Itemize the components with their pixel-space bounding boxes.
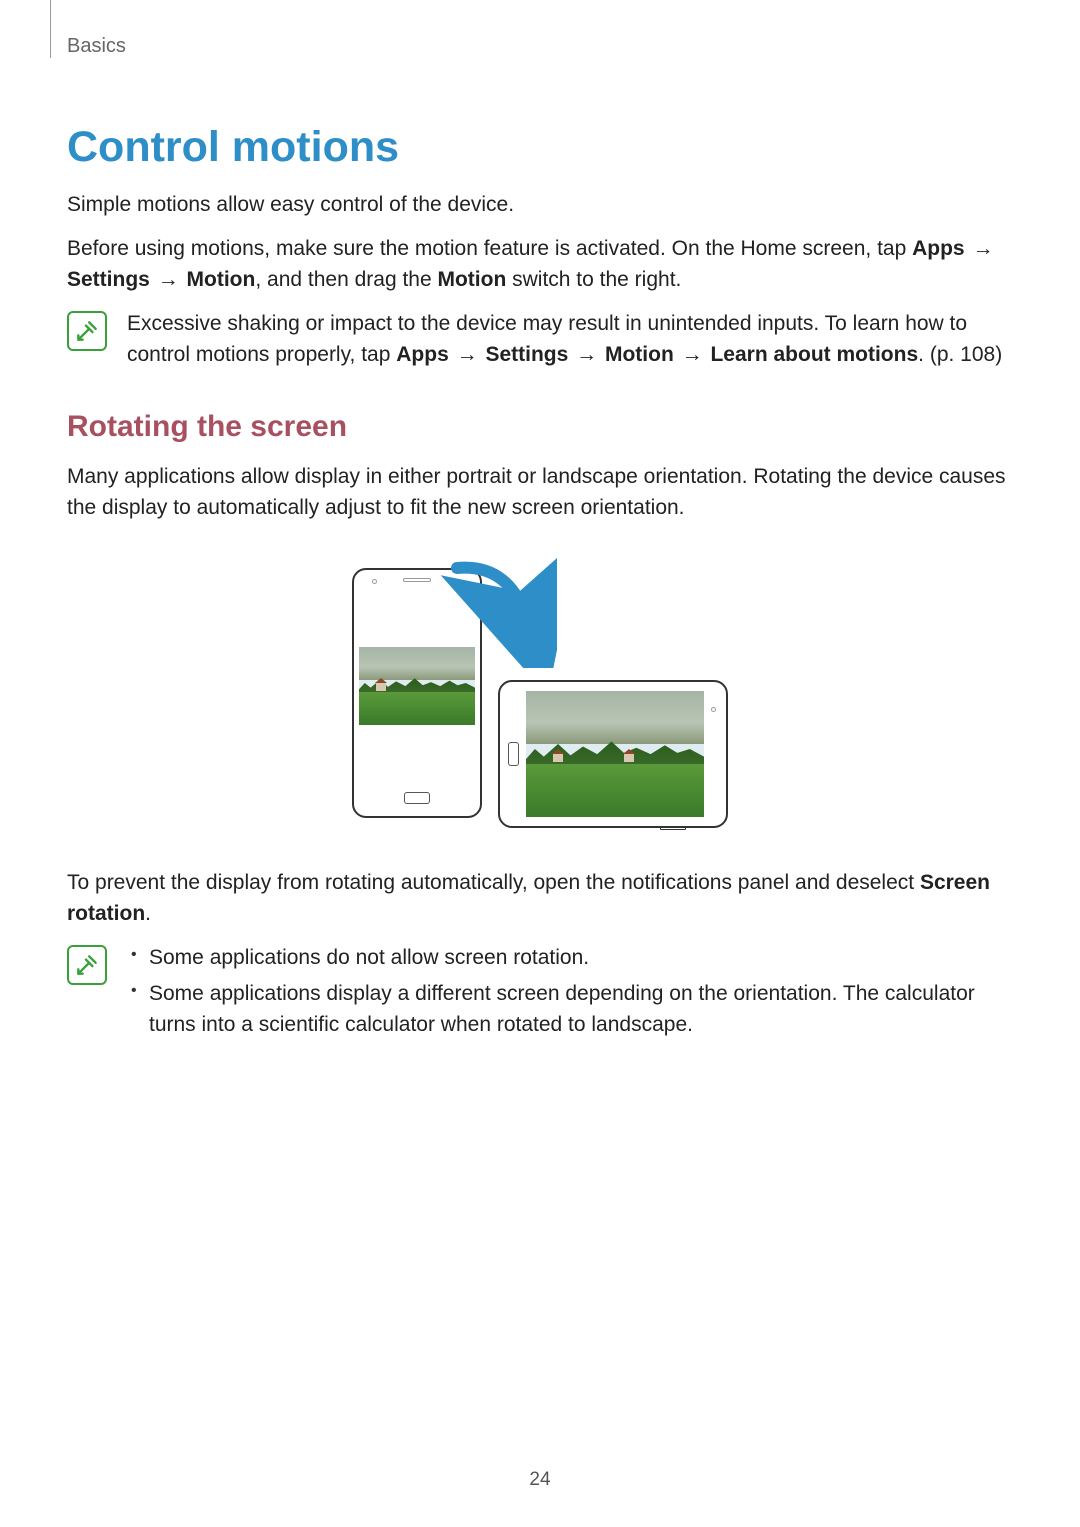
- text: switch to the right.: [506, 268, 681, 291]
- page-content: Control motions Simple motions allow eas…: [0, 123, 1080, 1046]
- rotate-arrow-icon: [437, 548, 557, 668]
- note-bullet-1: Some applications do not allow screen ro…: [127, 943, 1013, 973]
- rotate-paragraph-2: To prevent the display from rotating aut…: [67, 868, 1013, 929]
- text: Before using motions, make sure the moti…: [67, 237, 912, 260]
- path-apps: Apps: [912, 237, 965, 260]
- path-settings: Settings: [67, 268, 150, 291]
- note-block-2: Some applications do not allow screen ro…: [67, 943, 1013, 1046]
- arrow-icon: →: [680, 340, 705, 370]
- arrow-icon: →: [970, 234, 995, 264]
- path-motion: Motion: [605, 343, 674, 366]
- landscape-photo: [526, 691, 704, 817]
- home-button: [404, 792, 430, 804]
- rotation-figure: [67, 548, 1013, 838]
- rotate-paragraph-1: Many applications allow display in eithe…: [67, 462, 1013, 523]
- path-motion: Motion: [187, 268, 256, 291]
- side-rule: [50, 0, 51, 58]
- intro-paragraph-2: Before using motions, make sure the moti…: [67, 234, 1013, 295]
- page-title: Control motions: [67, 123, 1013, 172]
- note-block-1: Excessive shaking or impact to the devic…: [67, 309, 1013, 370]
- note-bullet-2: Some applications display a different sc…: [127, 979, 1013, 1040]
- arrow-icon: →: [574, 340, 599, 370]
- text: .: [145, 902, 151, 925]
- page-number: 24: [0, 1469, 1080, 1491]
- note-content: Some applications do not allow screen ro…: [127, 943, 1013, 1046]
- note-content: Excessive shaking or impact to the devic…: [127, 309, 1013, 370]
- landscape-screen: [526, 691, 704, 817]
- path-learn: Learn about motions: [710, 343, 918, 366]
- camera-dot: [711, 707, 716, 712]
- section-label: Basics: [67, 35, 126, 57]
- arrow-icon: →: [156, 265, 181, 295]
- note-text-end: . (p. 108): [918, 343, 1002, 366]
- text: , and then drag the: [255, 268, 437, 291]
- speaker-slot: [403, 578, 431, 582]
- sub-heading: Rotating the screen: [67, 410, 1013, 444]
- intro-paragraph-1: Simple motions allow easy control of the…: [67, 190, 1013, 220]
- note-icon: [67, 311, 107, 351]
- side-button: [660, 827, 686, 830]
- switch-name: Motion: [437, 268, 506, 291]
- text: To prevent the display from rotating aut…: [67, 871, 920, 894]
- section-header: Basics: [0, 0, 1080, 58]
- camera-dot: [372, 579, 377, 584]
- note-icon: [67, 945, 107, 985]
- note-list: Some applications do not allow screen ro…: [127, 943, 1013, 1040]
- home-button: [508, 742, 519, 766]
- phone-landscape-illustration: [498, 680, 728, 828]
- arrow-icon: →: [455, 340, 480, 370]
- path-settings: Settings: [485, 343, 568, 366]
- path-apps: Apps: [396, 343, 449, 366]
